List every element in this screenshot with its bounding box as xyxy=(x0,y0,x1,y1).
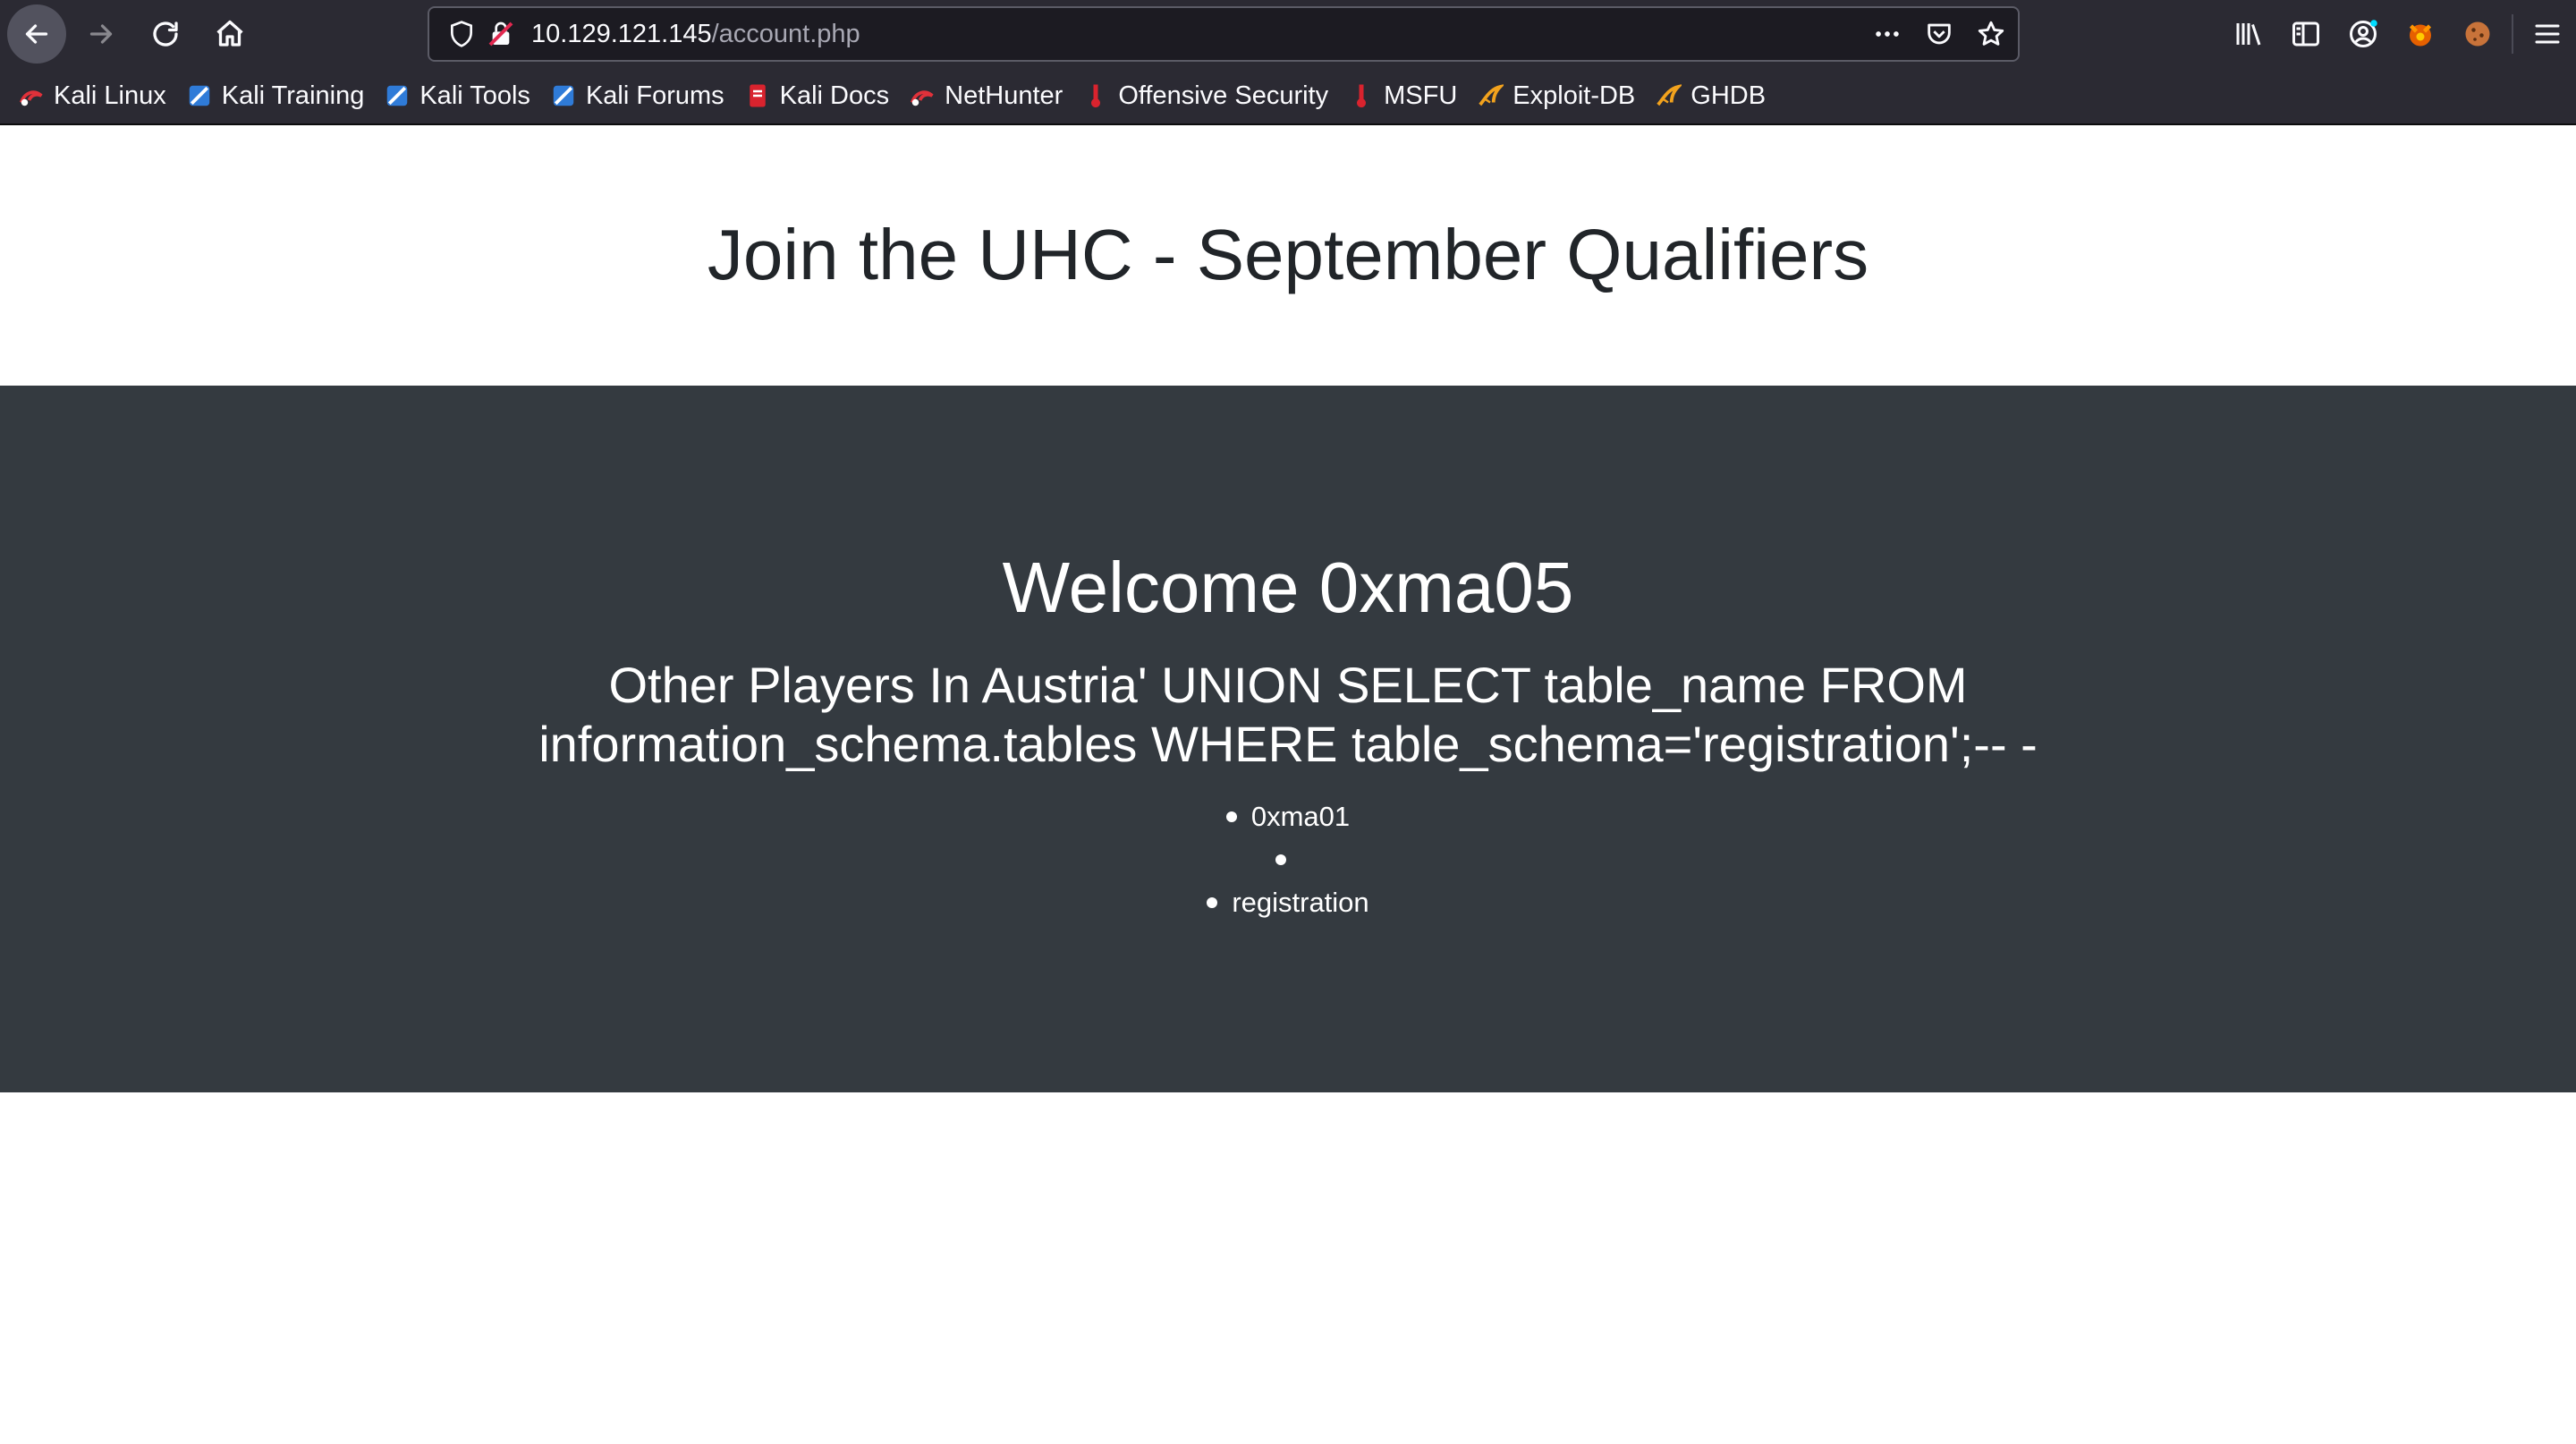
back-button[interactable] xyxy=(7,4,66,64)
ghdb-icon xyxy=(1655,82,1682,109)
bookmark-label: Kali Training xyxy=(221,81,365,110)
arrow-left-icon xyxy=(25,24,48,44)
pocket-button[interactable] xyxy=(1921,16,1957,52)
bullet-icon xyxy=(1275,854,1286,865)
url-text: 10.129.121.145/account.php xyxy=(531,20,860,49)
cookie-extension-button[interactable] xyxy=(2449,5,2506,63)
list-item: 0xma01 xyxy=(0,795,2576,838)
library-button[interactable] xyxy=(2220,5,2277,63)
home-button[interactable] xyxy=(200,4,259,64)
reload-icon xyxy=(153,21,178,47)
toolbar-separator xyxy=(2512,14,2513,54)
players-heading: Other Players In Austria' UNION SELECT t… xyxy=(538,657,2038,772)
bookmark-exploit-db[interactable]: Exploit-DB xyxy=(1477,81,1635,111)
account-section: Welcome 0xma05 Other Players In Austria'… xyxy=(0,386,2576,1092)
player-name: 0xma01 xyxy=(1250,801,1351,832)
url-actions xyxy=(1869,8,2009,60)
bookmark-ghdb[interactable]: GHDB xyxy=(1655,81,1766,111)
account-button[interactable] xyxy=(2334,5,2392,63)
tracking-protection-shield-icon[interactable] xyxy=(444,16,479,52)
kali-forums-icon xyxy=(550,82,577,109)
bookmark-offensive-security[interactable]: Offensive Security xyxy=(1082,81,1328,111)
list-item: registration xyxy=(0,881,2576,924)
browser-toolbar: 10.129.121.145/account.php xyxy=(0,0,2576,68)
bookmarks-toolbar: Kali Linux Kali Training Kali Tools Kali… xyxy=(0,68,2576,125)
page-header: Join the UHC - September Qualifiers xyxy=(0,125,2576,385)
offsec-icon xyxy=(1082,82,1109,109)
bookmark-label: NetHunter xyxy=(945,81,1063,110)
msfu-icon xyxy=(1348,82,1375,109)
foxyproxy-extension-button[interactable] xyxy=(2392,5,2449,63)
bookmark-kali-linux[interactable]: Kali Linux xyxy=(18,81,166,111)
more-dots-icon xyxy=(1876,31,1899,37)
bookmark-label: Kali Forums xyxy=(585,81,724,110)
bookmark-star-button[interactable] xyxy=(1973,16,2009,52)
bookmark-label: Exploit-DB xyxy=(1513,81,1636,110)
insecure-lock-icon[interactable] xyxy=(483,16,519,52)
bullet-icon xyxy=(1207,897,1218,908)
kali-docs-icon xyxy=(744,82,771,109)
kali-tools-icon xyxy=(384,82,411,109)
pocket-icon xyxy=(1928,23,1951,45)
welcome-heading: Welcome 0xma05 xyxy=(1002,548,1574,627)
bookmark-nethunter[interactable]: NetHunter xyxy=(909,81,1063,111)
forward-button[interactable] xyxy=(72,4,131,64)
bookmark-kali-training[interactable]: Kali Training xyxy=(186,81,365,111)
bookmark-label: MSFU xyxy=(1384,81,1458,110)
url-path: /account.php xyxy=(711,19,860,48)
nethunter-icon xyxy=(909,82,936,109)
list-item xyxy=(0,838,2576,881)
kali-training-icon xyxy=(186,82,213,109)
sidebar-icon xyxy=(2292,21,2319,47)
app-menu-button[interactable] xyxy=(2519,5,2576,63)
cookie-icon xyxy=(2465,21,2490,47)
url-bar[interactable]: 10.129.121.145/account.php xyxy=(428,6,2020,62)
bookmark-label: GHDB xyxy=(1690,81,1767,110)
account-icon xyxy=(2350,20,2377,47)
bookmark-kali-tools[interactable]: Kali Tools xyxy=(384,81,530,111)
library-icon xyxy=(2236,23,2261,46)
page-title: Join the UHC - September Qualifiers xyxy=(707,215,1869,294)
bookmark-kali-forums[interactable]: Kali Forums xyxy=(550,81,724,111)
hamburger-menu-icon xyxy=(2535,24,2560,44)
bookmark-msfu[interactable]: MSFU xyxy=(1348,81,1457,111)
bookmark-label: Kali Linux xyxy=(54,81,166,110)
kali-dragon-icon xyxy=(18,82,45,109)
fox-extension-icon xyxy=(2409,24,2432,47)
bookmark-kali-docs[interactable]: Kali Docs xyxy=(744,81,890,111)
url-host: 10.129.121.145 xyxy=(531,19,712,48)
home-icon xyxy=(216,20,243,47)
player-name: registration xyxy=(1232,887,1369,918)
toolbar-right xyxy=(2220,0,2576,68)
reload-button[interactable] xyxy=(136,4,195,64)
star-icon xyxy=(1978,21,2004,46)
bookmark-label: Kali Tools xyxy=(419,81,530,110)
arrow-right-icon xyxy=(89,24,113,44)
exploitdb-icon xyxy=(1477,82,1504,109)
sidebar-button[interactable] xyxy=(2277,5,2334,63)
bookmark-label: Offensive Security xyxy=(1118,81,1329,110)
players-list: 0xma01 registration xyxy=(0,795,2576,924)
bookmark-label: Kali Docs xyxy=(779,81,890,110)
page-actions-button[interactable] xyxy=(1869,16,1905,52)
page-content: Join the UHC - September Qualifiers Welc… xyxy=(0,125,2576,1444)
bullet-icon xyxy=(1225,811,1237,822)
